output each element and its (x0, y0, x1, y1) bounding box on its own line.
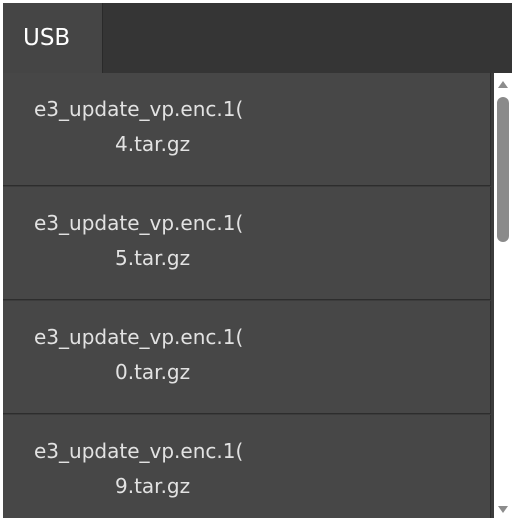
tab-bar: USB (3, 3, 512, 73)
list-item[interactable]: e3_update_vp.enc.1( 5.tar.gz (3, 187, 491, 300)
scrollbar-thumb[interactable] (497, 97, 509, 242)
list-item[interactable]: e3_update_vp.enc.1( 0.tar.gz (3, 301, 491, 414)
list-item[interactable]: e3_update_vp.enc.1( 9.tar.gz (3, 415, 491, 518)
file-list: e3_update_vp.enc.1( 4.tar.gz e3_update_v… (3, 73, 494, 518)
tab-usb-label: USB (23, 25, 71, 51)
file-name-line2: 4.tar.gz (115, 132, 191, 156)
file-name-line2: 5.tar.gz (115, 246, 191, 270)
vertical-scrollbar[interactable] (494, 73, 512, 518)
scroll-up-arrow-icon[interactable] (498, 81, 508, 88)
file-name-line1: e3_update_vp.enc.1( (34, 211, 244, 235)
file-name-line2: 9.tar.gz (115, 474, 191, 498)
file-name-line2: 0.tar.gz (115, 360, 191, 384)
scroll-down-arrow-icon[interactable] (498, 506, 508, 513)
file-name-line1: e3_update_vp.enc.1( (34, 325, 244, 349)
file-name-line1: e3_update_vp.enc.1( (34, 439, 244, 463)
list-item[interactable]: e3_update_vp.enc.1( 4.tar.gz (3, 73, 491, 186)
usb-panel: USB e3_update_vp.enc.1( 4.tar.gz e3_upda… (3, 3, 512, 518)
file-name-line1: e3_update_vp.enc.1( (34, 97, 244, 121)
tab-usb[interactable]: USB (3, 3, 103, 73)
